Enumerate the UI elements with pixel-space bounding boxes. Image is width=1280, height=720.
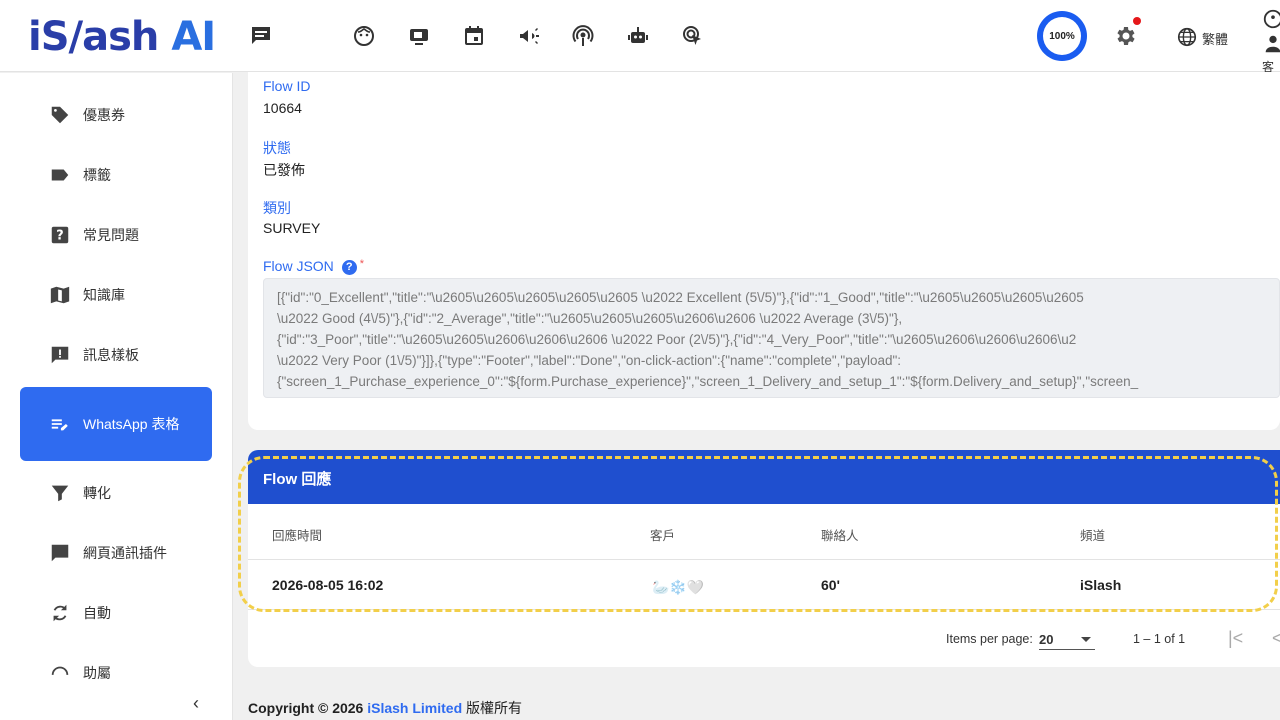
- sidebar-item-label: 知識庫: [83, 287, 125, 303]
- flow-json-label-text: Flow JSON: [263, 258, 334, 274]
- chat-icon[interactable]: [249, 24, 273, 48]
- sidebar-item-label: 標籤: [83, 167, 111, 183]
- previous-page-button[interactable]: <: [1272, 628, 1280, 649]
- top-bar: iS/ash AI 100% 繁體 客: [0, 0, 1280, 75]
- column-header-channel[interactable]: 頻道: [1080, 525, 1105, 544]
- language-label: 繁體: [1202, 32, 1229, 47]
- sidebar-item-conversion[interactable]: 轉化: [20, 468, 212, 518]
- chevron-down-icon: [1081, 637, 1091, 642]
- contact-value: 60': [821, 577, 840, 593]
- flow-id-value: 10664: [263, 100, 302, 116]
- logo[interactable]: iS/ash AI: [28, 14, 216, 60]
- column-header-customer[interactable]: 客戶: [650, 525, 675, 544]
- book-icon: [49, 284, 71, 306]
- language-switcher[interactable]: 繁體: [1176, 26, 1228, 51]
- sidebar-item-label: 助屬: [83, 665, 111, 681]
- responses-table: 回應時間 客戶 聯絡人 頻道 2026-08-05 16:02 🦢❄️🤍 60'…: [248, 504, 1280, 610]
- alert-message-icon: [49, 344, 71, 366]
- items-per-page-select[interactable]: 20: [1039, 626, 1095, 650]
- megaphone-icon[interactable]: [517, 24, 541, 48]
- sidebar-item-label: 訊息樣板: [83, 347, 139, 363]
- gear-icon[interactable]: [1113, 24, 1137, 48]
- cursor-click-icon[interactable]: [681, 24, 705, 48]
- category-label: 類別: [263, 200, 291, 216]
- flow-json-content: [{"id":"0_Excellent","title":"\u2605\u26…: [277, 290, 1139, 389]
- items-per-page-label: Items per page:: [946, 632, 1033, 646]
- face-icon[interactable]: [352, 24, 376, 48]
- flow-responses-card: Flow 回應 回應時間 客戶 聯絡人 頻道 2026-08-05 16:02 …: [248, 450, 1280, 667]
- rights-text: 版權所有: [466, 700, 523, 716]
- category-value: SURVEY: [263, 220, 321, 236]
- required-mark: *: [359, 258, 365, 270]
- flow-responses-title: Flow 回應: [248, 450, 1280, 504]
- first-page-button[interactable]: |<: [1228, 628, 1243, 649]
- flow-id-label: Flow ID: [263, 78, 311, 94]
- help-icon[interactable]: ?: [341, 259, 357, 275]
- usage-gauge-value: 100%: [1043, 17, 1081, 55]
- notification-dot: [1133, 17, 1141, 25]
- globe-icon: [1176, 26, 1198, 51]
- sidebar-item-label: 轉化: [83, 485, 111, 501]
- sidebar-item-label: 常見問題: [83, 227, 139, 243]
- column-header-time[interactable]: 回應時間: [272, 525, 322, 544]
- sidebar-item-web-chat-plugin[interactable]: 網頁通訊插件: [20, 528, 212, 578]
- table-header: 回應時間 客戶 聯絡人 頻道: [248, 504, 1280, 560]
- chat-bubble-icon: [49, 542, 71, 564]
- flow-json-label: Flow JSON? *: [263, 258, 364, 275]
- sidebar-item-knowledge-base[interactable]: 知識庫: [20, 270, 212, 320]
- table-row[interactable]: 2026-08-05 16:02 🦢❄️🤍 60' iSlash: [248, 560, 1280, 610]
- customer-name: 🦢❄️🤍: [652, 579, 705, 595]
- robot-icon[interactable]: [626, 24, 650, 48]
- sidebar-item-label: 網頁通訊插件: [83, 545, 167, 561]
- calendar-icon[interactable]: [462, 24, 486, 48]
- sidebar-item-faq[interactable]: ? 常見問題: [20, 210, 212, 260]
- brand-link[interactable]: iSlash Limited: [367, 700, 462, 716]
- paginator: Items per page: 20 1 – 1 of 1 |< <: [248, 623, 1280, 663]
- sidebar-item-labels[interactable]: 標籤: [20, 150, 212, 200]
- headset-icon: [49, 662, 71, 684]
- footer: Copyright © 2026 iSlash Limited 版權所有: [248, 698, 522, 718]
- logo-ai-text: AI: [171, 14, 216, 60]
- filter-icon: [49, 482, 71, 504]
- sidebar-item-message-templates[interactable]: 訊息樣板: [20, 330, 212, 380]
- broadcast-video-icon[interactable]: [407, 24, 431, 48]
- sidebar-item-label: WhatsApp 表格: [83, 416, 180, 432]
- edit-list-icon: [49, 413, 71, 435]
- user-menu[interactable]: 客: [1262, 8, 1280, 75]
- usage-gauge[interactable]: 100%: [1037, 11, 1087, 61]
- column-header-contact[interactable]: 聯絡人: [821, 525, 859, 544]
- person-icon: [1265, 35, 1280, 53]
- flow-details-card: Flow ID 10664 狀態 已發佈 類別 SURVEY Flow JSON…: [248, 72, 1280, 430]
- flow-json-textarea[interactable]: [{"id":"0_Excellent","title":"\u2605\u26…: [263, 278, 1280, 398]
- page-range: 1 – 1 of 1: [1133, 632, 1186, 646]
- refresh-icon: [49, 602, 71, 624]
- sidebar-item-coupons[interactable]: 優惠券: [20, 90, 212, 140]
- channel-value: iSlash: [1080, 577, 1122, 593]
- sidebar-item-label: 優惠券: [83, 107, 125, 123]
- sidebar-item-assistant[interactable]: 助屬: [20, 648, 212, 698]
- sidebar: 優惠券 標籤 ? 常見問題 知識庫 訊息樣板 WhatsApp 表格 轉化 網頁…: [0, 73, 233, 720]
- svg-text:?: ?: [56, 229, 63, 244]
- sidebar-item-label: 自動: [83, 605, 111, 621]
- copyright-text: Copyright © 2026: [248, 700, 364, 716]
- status-value: 已發佈: [263, 162, 305, 178]
- podcast-icon[interactable]: [571, 24, 595, 48]
- sidebar-item-whatsapp-forms[interactable]: WhatsApp 表格: [20, 387, 212, 461]
- label-icon: [49, 164, 71, 186]
- logo-text: iS/ash: [28, 14, 159, 60]
- items-per-page-value: 20: [1039, 632, 1054, 647]
- help-icon: ?: [49, 224, 71, 246]
- sidebar-item-automation[interactable]: 自動: [20, 588, 212, 638]
- status-label: 狀態: [263, 140, 291, 156]
- tag-icon: [49, 104, 71, 126]
- collapse-sidebar-button[interactable]: ‹: [193, 693, 213, 713]
- account-circle-icon: [1263, 9, 1280, 29]
- response-time: 2026-08-05 16:02: [272, 577, 384, 593]
